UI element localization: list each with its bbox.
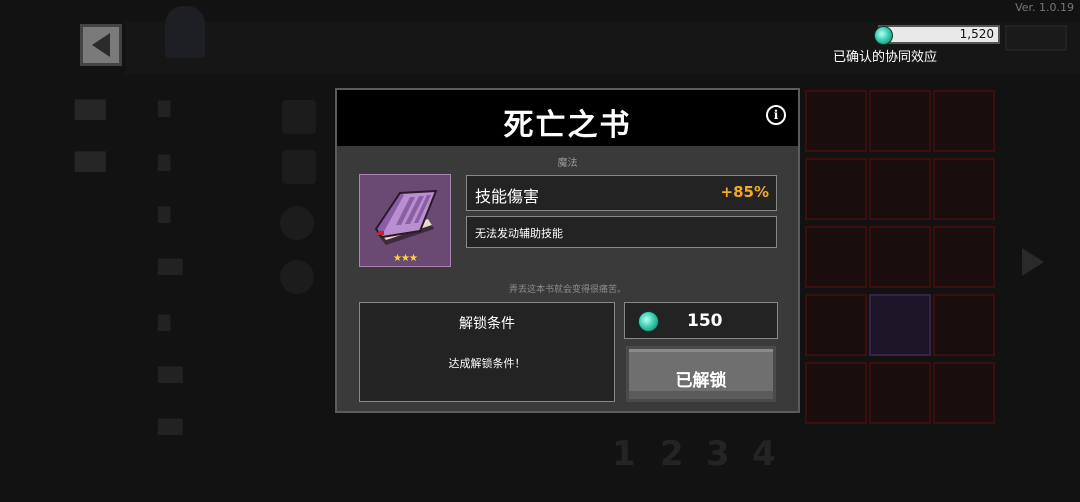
background-list-item: ▇▇ xyxy=(158,256,183,275)
background-top-button xyxy=(1005,25,1067,51)
version-label: Ver. 1.0.19 xyxy=(1015,1,1074,14)
unlock-conditions-title: 解锁条件 xyxy=(459,316,515,332)
background-page-number: 4 xyxy=(752,434,776,474)
background-grid-cell xyxy=(869,90,931,152)
background-filter-icon xyxy=(282,150,316,184)
background-page-number: 3 xyxy=(706,434,730,474)
background-grid-cell xyxy=(933,226,995,288)
background-list-item: ▇▇ xyxy=(158,364,183,383)
unlock-condition-text: 达成解锁条件！ xyxy=(448,357,526,370)
background-grid-cell xyxy=(933,294,995,356)
background-list-item: ▇ xyxy=(158,312,171,331)
background-next-arrow-icon xyxy=(1022,248,1044,276)
background-grid-cell xyxy=(805,90,867,152)
background-filter-icon xyxy=(280,260,314,294)
description-box: 无法发动辅助技能 xyxy=(466,216,777,248)
stat-name: 技能傷害 xyxy=(475,187,540,206)
background-grid-cell xyxy=(869,362,931,424)
background-grid-cell xyxy=(805,226,867,288)
gem-count: 1,520 xyxy=(959,27,994,41)
back-arrow-icon xyxy=(92,33,110,57)
background-list-item: ▇▇ xyxy=(158,416,183,435)
rarity-stars: ★★★ xyxy=(393,253,418,264)
background-grid-cell xyxy=(869,158,931,220)
price-display: 150 xyxy=(624,302,778,339)
back-button[interactable] xyxy=(80,24,122,66)
background-avatar xyxy=(165,6,205,58)
background-grid-cell xyxy=(933,90,995,152)
background-list-item: ▇ xyxy=(158,98,171,117)
dialog-header: 死亡之书 i xyxy=(337,90,798,146)
background-menu-item: ▇▇ xyxy=(75,96,106,120)
info-icon[interactable]: i xyxy=(766,105,786,125)
dialog-title: 死亡之书 xyxy=(503,108,632,143)
background-grid-cell xyxy=(869,226,931,288)
stat-value: +85% xyxy=(720,183,769,201)
item-category: 魔法 xyxy=(557,158,578,169)
background-filter-icon xyxy=(282,100,316,134)
background-list-item: ▇ xyxy=(158,152,171,171)
price-value: 150 xyxy=(687,311,723,331)
background-filter-icon xyxy=(280,206,314,240)
unlocked-button[interactable]: 已解锁 xyxy=(626,346,776,402)
gem-icon xyxy=(638,311,659,332)
unlocked-button-label: 已解锁 xyxy=(675,371,727,391)
background-grid-cell xyxy=(805,362,867,424)
background-grid-cell xyxy=(933,362,995,424)
synergy-label: 已确认的协同效应 xyxy=(833,50,938,65)
background-grid-cell xyxy=(869,294,931,356)
purple-book-icon xyxy=(374,189,438,245)
background-menu-item: ▇▇ xyxy=(75,148,106,172)
unlock-conditions-panel: 解锁条件 达成解锁条件！ xyxy=(359,302,615,402)
background-list-item: ▇ xyxy=(158,204,171,223)
background-page-number: 1 xyxy=(612,434,636,474)
background-grid-cell xyxy=(933,158,995,220)
gem-icon xyxy=(874,26,893,45)
gem-counter: 1,520 xyxy=(878,25,1000,44)
item-detail-dialog: 死亡之书 i 魔法 ★★★ 技能傷害 +85% 无法发动辅助技能 弄丢这本书就会… xyxy=(335,88,800,413)
item-portrait: ★★★ xyxy=(359,174,451,267)
stat-row: 技能傷害 +85% xyxy=(466,175,777,211)
description-text: 无法发动辅助技能 xyxy=(475,227,563,240)
background-page-number: 2 xyxy=(660,434,684,474)
background-grid-cell xyxy=(805,158,867,220)
flavor-text: 弄丢这本书就会变得很痛苦。 xyxy=(508,285,626,295)
background-grid-cell xyxy=(805,294,867,356)
